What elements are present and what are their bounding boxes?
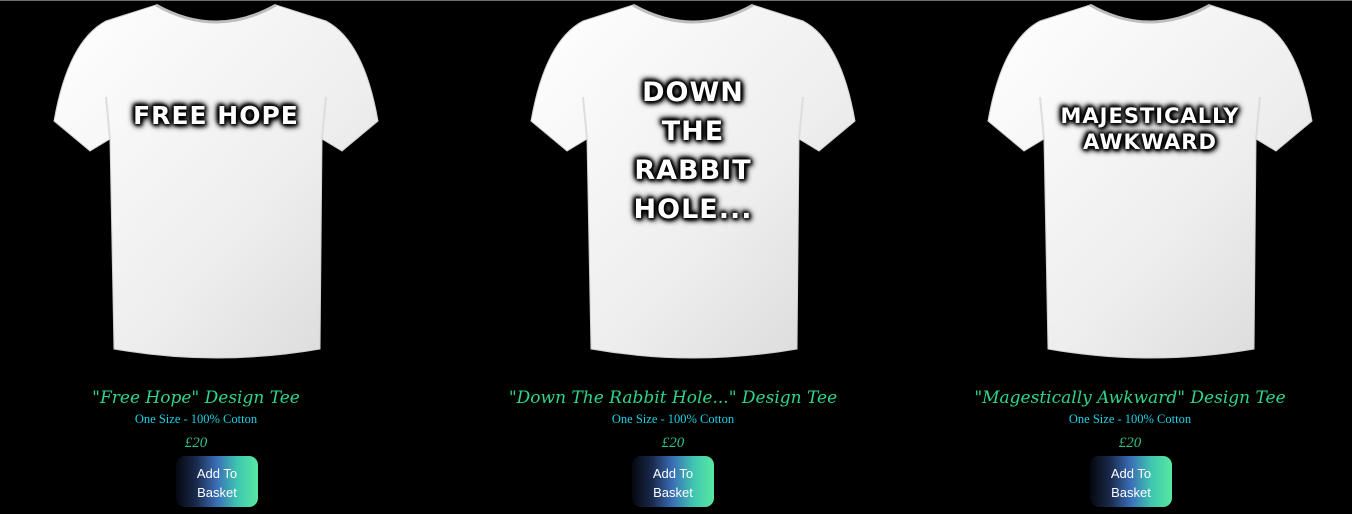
- tshirt-image[interactable]: FREE HOPE: [46, 1, 386, 369]
- shirt-print-text: DOWN THE RABBIT HOLE...: [633, 77, 753, 226]
- product-grid: FREE HOPE "Free Hope" Design Tee One Siz…: [0, 1, 1352, 514]
- tshirt-image[interactable]: DOWN THE RABBIT HOLE...: [523, 1, 863, 369]
- product-card: DOWN THE RABBIT HOLE... "Down The Rabbit…: [463, 1, 883, 514]
- product-title[interactable]: "Magestically Awkward" Design Tee: [920, 388, 1340, 408]
- product-price: £20: [661, 435, 685, 451]
- tshirt-image[interactable]: MAJESTICALLY AWKWARD: [980, 1, 1320, 369]
- product-title[interactable]: "Free Hope" Design Tee: [0, 388, 406, 408]
- product-subtitle: One Size - 100% Cotton: [134, 412, 258, 426]
- shirt-print-text: MAJESTICALLY AWKWARD: [1060, 104, 1240, 155]
- add-to-basket-button[interactable]: Add To Basket: [1090, 456, 1172, 507]
- add-to-basket-button[interactable]: Add To Basket: [632, 456, 714, 507]
- product-title[interactable]: "Down The Rabbit Hole..." Design Tee: [463, 388, 883, 408]
- shirt-print-text: FREE HOPE: [133, 101, 299, 130]
- product-price: £20: [184, 435, 208, 451]
- add-to-basket-button[interactable]: Add To Basket: [176, 456, 258, 507]
- product-subtitle: One Size - 100% Cotton: [611, 412, 735, 426]
- tshirt-graphic: [53, 3, 379, 359]
- product-card: MAJESTICALLY AWKWARD "Magestically Awkwa…: [920, 1, 1340, 514]
- product-price: £20: [1118, 435, 1142, 451]
- tshirt-graphic: [987, 3, 1313, 359]
- product-card: FREE HOPE "Free Hope" Design Tee One Siz…: [0, 1, 406, 514]
- product-subtitle: One Size - 100% Cotton: [1068, 412, 1192, 426]
